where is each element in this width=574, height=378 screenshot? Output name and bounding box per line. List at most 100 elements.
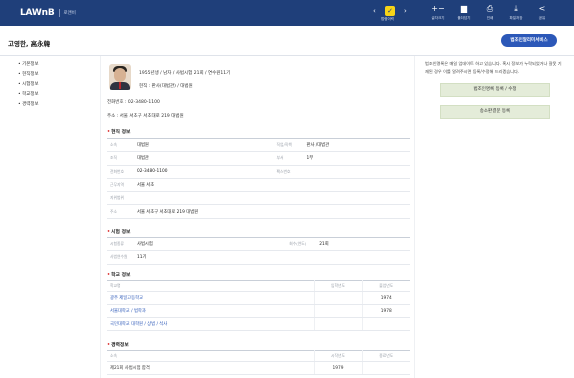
field-label: 근무지역 (107, 178, 137, 193)
table-cell: 제21회 사법시험 합격 (107, 361, 314, 375)
column-header: 학교명 (107, 280, 314, 292)
field-label: 소속 (107, 138, 137, 153)
table-row: 조직 대법관 부서 1부 (107, 151, 410, 166)
page-title: 고영한, 高永韓 (8, 40, 51, 48)
share-button[interactable]: < 공유 (532, 4, 552, 22)
field-value: 1부 (306, 151, 410, 166)
folder-button[interactable]: ▆ 폴더담기 (454, 4, 474, 22)
history-nav-label: 법령이력 (381, 17, 394, 21)
side-panel: 법조인명록은 매일 업데이트 하고 있습니다. 혹시 정보가 누락되었거나 잘못… (425, 60, 565, 119)
table-row: 제21회 사법시험 합격 1979 (107, 361, 410, 375)
field-label: 시험종류 (107, 237, 137, 252)
table-row: 시험종류 사법시험 회수(연도) 21회 (107, 237, 410, 252)
nav-basic-info[interactable]: • 기본정보 (18, 60, 88, 70)
current-info-table: 소속 대법원 직업/직책 판사 /대법관 조직 대법관 부서 1부 전화번호 0… (107, 138, 410, 219)
field-value: 11기 (137, 250, 410, 265)
table-row: 국민대학교 대학원 / 상법 / 석사 (107, 317, 410, 331)
table-header: 소속 시작년도 종료년도 (107, 350, 410, 362)
field-value: 02-3480-1100 (137, 165, 277, 179)
table-row: 주소 서울 서초구 서초대로 219 대법원 (107, 204, 410, 219)
field-label: 전화번호 (107, 165, 137, 179)
field-value (137, 191, 410, 206)
column-header: 시작년도 (313, 350, 362, 362)
school-name-link[interactable]: 광주 제일고등학교 (107, 291, 314, 305)
table-row: 사법연수원 11기 (107, 250, 410, 265)
current-section-title: 현직 정보 (107, 128, 130, 135)
logo-subtext: 로앤비 (63, 11, 76, 16)
font-size-label: 글자크기 (431, 16, 445, 20)
field-label: 팩스번호 (276, 165, 307, 179)
column-header: 종료년도 (361, 350, 410, 362)
plus-minus-icon: +− (431, 4, 445, 13)
print-icon: ⎙ (486, 4, 494, 13)
field-value: 서울 서초구 서초대로 219 대법원 (137, 204, 410, 219)
folder-label: 폴더담기 (457, 16, 471, 20)
field-label: 지위범위 (107, 191, 137, 206)
logo-divider (58, 9, 60, 17)
nav-current-info[interactable]: • 현직정보 (18, 70, 88, 80)
check-icon[interactable]: ✓ (385, 6, 395, 16)
school-name-link[interactable]: 국민대학교 대학원 / 상법 / 석사 (107, 317, 314, 331)
print-button[interactable]: ⎙ 인쇄 (480, 4, 500, 22)
field-value: 서울 서초 (137, 178, 410, 193)
table-row: 서울대학교 / 법학과 1978 (107, 304, 410, 318)
field-label: 부서 (276, 151, 307, 166)
table-cell (361, 361, 410, 375)
page-header: 고영한, 高永韓 법조인알리미서비스 (0, 26, 574, 56)
table-cell (313, 291, 362, 305)
table-row: 소속 대법원 직업/직책 판사 /대법관 (107, 138, 410, 153)
field-label: 주소 (107, 204, 137, 219)
table-row: 지위범위 (107, 191, 410, 206)
field-value: 대법원 (137, 138, 277, 153)
field-value: 사법시험 (137, 237, 290, 252)
prev-arrow-icon[interactable]: ‹ (373, 7, 376, 15)
table-cell: 1974 (361, 291, 410, 305)
table-cell (313, 317, 362, 331)
table-cell: 1978 (361, 304, 410, 318)
history-nav: ‹ ✓ › 법령이력 (370, 4, 420, 22)
field-value: 21회 (319, 237, 410, 252)
judgment-register-button[interactable]: 송소판결문 등록 (440, 105, 550, 119)
field-value: 대법관 (137, 151, 277, 166)
career-section-title: 경력정보 (107, 341, 129, 348)
profile-phone: 전화번호 : 02-3480-1100 (107, 100, 160, 105)
logo-text: LAWnB (20, 8, 55, 18)
table-cell (313, 304, 362, 318)
column-header: 입학년도 (313, 280, 362, 292)
nav-exam-info[interactable]: • 시험정보 (18, 80, 88, 90)
school-name-link[interactable]: 서울대학교 / 법학과 (107, 304, 314, 318)
career-table: 소속 시작년도 종료년도 제21회 사법시험 합격 1979 (107, 350, 410, 375)
field-label: 사법연수원 (107, 250, 137, 265)
nav-school-info[interactable]: • 학교정보 (18, 90, 88, 100)
field-label: 회수(연도) (289, 237, 320, 252)
share-label: 공유 (538, 16, 546, 20)
font-size-button[interactable]: +− 글자크기 (428, 4, 448, 22)
column-header: 졸업년도 (361, 280, 410, 292)
profile-address: 주소 : 서울 서초구 서초대로 219 대법원 (107, 114, 184, 119)
table-header: 학교명 입학년도 졸업년도 (107, 280, 410, 292)
next-arrow-icon[interactable]: › (404, 7, 407, 15)
nav-career-info[interactable]: • 경력정보 (18, 100, 88, 110)
table-row: 근무지역 서울 서초 (107, 178, 410, 193)
print-label: 인쇄 (486, 16, 494, 20)
lawyer-alert-button[interactable]: 법조인알리미서비스 (501, 34, 557, 47)
download-icon: ⤓ (514, 4, 518, 13)
school-section-title: 학교 정보 (107, 271, 130, 278)
field-label: 조직 (107, 151, 137, 166)
exam-section-title: 시험 정보 (107, 228, 130, 235)
update-notice: 법조인명록은 매일 업데이트 하고 있습니다. 혹시 정보가 누락되었거나 잘못… (425, 61, 562, 74)
table-row: 광주 제일고등학교 1974 (107, 291, 410, 305)
logo[interactable]: LAWnB 로앤비 (20, 6, 76, 20)
table-row: 전화번호 02-3480-1100 팩스번호 (107, 165, 410, 179)
section-nav: • 기본정보 • 현직정보 • 시험정보 • 학교정보 • 경력정보 (18, 60, 88, 110)
field-label: 직업/직책 (276, 138, 307, 153)
register-edit-button[interactable]: 법조인명록 등록 / 수정 (440, 83, 550, 97)
column-header: 소속 (107, 350, 314, 362)
exam-info-table: 시험종류 사법시험 회수(연도) 21회 사법연수원 11기 (107, 237, 410, 265)
save-file-button[interactable]: ⤓ 파일저장 (506, 4, 526, 22)
field-value: 판사 /대법관 (306, 138, 410, 153)
profile-photo (109, 64, 131, 90)
profile-content: 1955년생 / 남자 / 사법시험 21회 / 연수원11기 현직 : 판사(… (100, 56, 415, 378)
profile-position: 현직 : 판사(대법관) / 대법원 (139, 84, 193, 89)
top-bar: LAWnB 로앤비 ‹ ✓ › 법령이력 +− 글자크기 ▆ 폴더담기 ⎙ 인쇄… (0, 0, 574, 26)
